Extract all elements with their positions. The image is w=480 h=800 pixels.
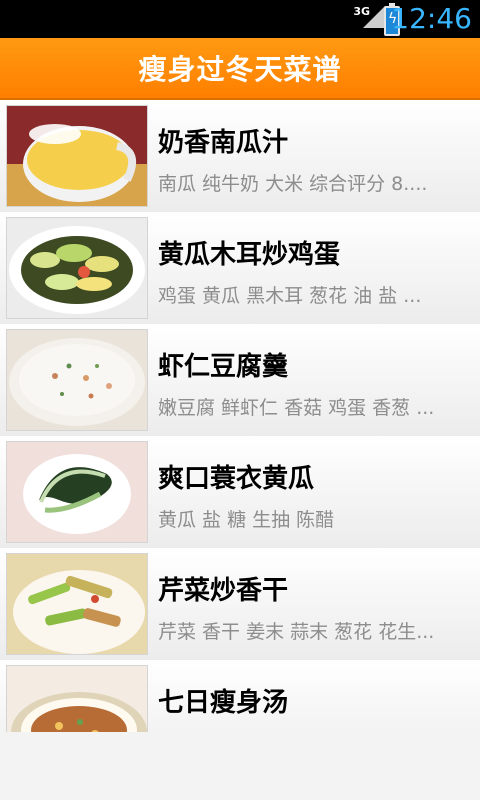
tofu-soup-image — [7, 330, 147, 430]
recipe-ingredients: 南瓜 纯牛奶 大米 综合评分 8.... — [158, 173, 428, 195]
recipe-row[interactable]: 芹菜炒香干 芹菜 香干 姜末 蒜末 葱花 花生... — [0, 548, 480, 661]
recipe-row[interactable]: 黄瓜木耳炒鸡蛋 鸡蛋 黄瓜 黑木耳 葱花 油 盐 ... — [0, 212, 480, 325]
recipe-ingredients: 芹菜 香干 姜末 蒜末 葱花 花生... — [158, 621, 435, 643]
celery-tofu-image — [7, 554, 147, 654]
cucumber-egg-image — [7, 218, 147, 318]
app-header: 瘦身过冬天菜谱 — [0, 38, 480, 100]
page-title: 瘦身过冬天菜谱 — [138, 53, 342, 86]
recipe-image — [6, 441, 148, 543]
recipe-row[interactable]: 奶香南瓜汁 南瓜 纯牛奶 大米 综合评分 8.... — [0, 100, 480, 213]
cucumber-salad-image — [7, 442, 147, 542]
signal-icon — [363, 6, 385, 28]
recipe-row[interactable]: 七日瘦身汤 — [0, 660, 480, 732]
recipe-image — [6, 329, 148, 431]
recipe-image — [6, 665, 148, 732]
slimming-soup-image — [7, 666, 147, 732]
recipe-title: 爽口蓑衣黄瓜 — [158, 464, 315, 494]
recipe-image — [6, 553, 148, 655]
recipe-title: 七日瘦身汤 — [158, 688, 289, 718]
recipe-row[interactable]: 爽口蓑衣黄瓜 黄瓜 盐 糖 生抽 陈醋 — [0, 436, 480, 549]
recipe-list[interactable]: 奶香南瓜汁 南瓜 纯牛奶 大米 综合评分 8.... 黄瓜木耳炒鸡蛋 鸡蛋 黄瓜… — [0, 100, 480, 732]
status-clock: 12:46 — [391, 2, 472, 35]
status-bar: 3G ϟ 12:46 — [0, 0, 480, 38]
recipe-ingredients: 嫩豆腐 鲜虾仁 香菇 鸡蛋 香葱 ... — [158, 397, 435, 419]
recipe-image — [6, 217, 148, 319]
pumpkin-juice-image — [7, 106, 147, 206]
recipe-image — [6, 105, 148, 207]
recipe-ingredients: 黄瓜 盐 糖 生抽 陈醋 — [158, 509, 335, 531]
recipe-row[interactable]: 虾仁豆腐羹 嫩豆腐 鲜虾仁 香菇 鸡蛋 香葱 ... — [0, 324, 480, 437]
recipe-title: 芹菜炒香干 — [158, 576, 289, 606]
recipe-ingredients: 鸡蛋 黄瓜 黑木耳 葱花 油 盐 ... — [158, 285, 422, 307]
recipe-title: 虾仁豆腐羹 — [158, 352, 289, 382]
recipe-title: 奶香南瓜汁 — [158, 128, 289, 158]
empty-area — [0, 732, 480, 800]
recipe-title: 黄瓜木耳炒鸡蛋 — [158, 240, 341, 270]
